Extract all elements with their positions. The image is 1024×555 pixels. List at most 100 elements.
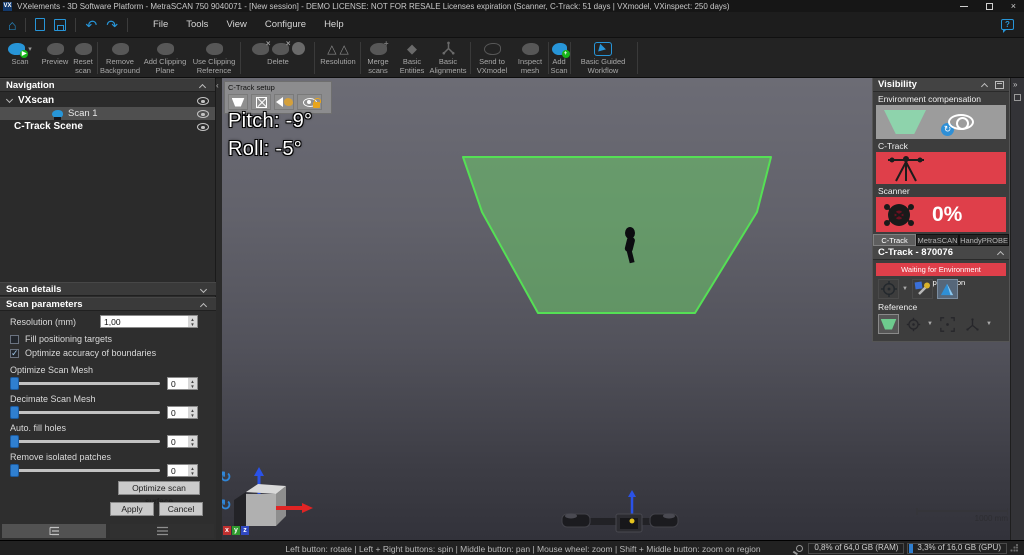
home-icon[interactable]: ⌂ — [8, 18, 16, 32]
add-clipping-plane-button[interactable]: Add Clipping Plane — [142, 40, 188, 75]
environment-compensation-tile[interactable]: ↻ — [876, 105, 1006, 139]
add-scan-button[interactable]: + Add Scan — [549, 40, 569, 75]
redo-icon[interactable]: ↷ — [106, 18, 118, 32]
reference-origin-button[interactable] — [903, 314, 924, 334]
scanner-status-tile[interactable]: 0% — [876, 197, 1006, 232]
checkbox-unchecked-icon[interactable] — [10, 335, 19, 344]
float-panel-icon[interactable] — [995, 81, 1004, 89]
decrease-resolution-icon[interactable]: △ — [340, 43, 349, 55]
reference-frame-button[interactable] — [937, 314, 958, 334]
collapse-visibility-icon[interactable] — [981, 83, 988, 90]
navigation-header[interactable]: Navigation — [0, 78, 215, 92]
scan-parameters-header[interactable]: Scan parameters — [0, 297, 216, 311]
detect-targets-caret-icon[interactable]: ▼ — [902, 286, 908, 292]
new-session-icon[interactable] — [35, 18, 45, 31]
basic-guided-workflow-button[interactable]: Basic Guided Workflow — [572, 40, 634, 75]
environment-visibility-eye-icon[interactable] — [948, 114, 974, 130]
expand-dock-icon[interactable]: » — [1013, 80, 1017, 89]
apply-button[interactable]: Apply — [110, 502, 154, 516]
calibration-button[interactable] — [912, 279, 933, 299]
basic-alignments-button[interactable]: Basic Alignments — [428, 40, 468, 75]
send-to-vxmodel-button[interactable]: Send to VXmodel — [472, 40, 512, 75]
preview-button[interactable]: Preview — [40, 40, 70, 67]
menu-tools[interactable]: Tools — [179, 16, 215, 33]
expand-caret-icon[interactable] — [6, 96, 13, 103]
remove-isolated-patches-slider[interactable] — [10, 464, 160, 477]
visibility-header[interactable]: Visibility — [873, 78, 1009, 92]
delete-sphere-icon[interactable] — [292, 42, 305, 55]
reference-axes-button[interactable] — [962, 314, 983, 334]
collapse-panel-chevron-icon[interactable]: ‹ — [216, 81, 219, 90]
tab-metrascan[interactable]: MetraSCAN — [916, 234, 959, 246]
scan-dropdown-caret[interactable]: ▾ — [28, 45, 32, 53]
tree-item-scan1[interactable]: Scan 1 — [0, 107, 215, 120]
close-icon[interactable]: × — [1011, 3, 1016, 10]
tree-item-vxscan[interactable]: VXscan — [0, 94, 215, 107]
show-volume-frame-button[interactable] — [251, 94, 271, 110]
increase-resolution-icon[interactable]: △ — [327, 43, 336, 55]
delete-scan-icon[interactable]: × — [252, 43, 269, 55]
delete-targets-icon[interactable]: × — [272, 43, 289, 55]
menu-configure[interactable]: Configure — [258, 16, 313, 33]
ctrack-device-header[interactable]: C-Track - 870076 — [873, 246, 1009, 260]
decimate-scan-mesh-slider[interactable] — [10, 406, 160, 419]
optimize-scan-surface-button[interactable]: Optimize scan surface — [118, 481, 200, 495]
inspect-mesh-icon — [522, 43, 539, 55]
scan-icon: ▶ — [8, 43, 25, 55]
collapse-scan-parameters-icon[interactable] — [200, 303, 207, 310]
reset-scan-button[interactable]: Reset scan — [70, 40, 96, 75]
resolution-spinner[interactable]: ▲▼ — [188, 316, 197, 327]
lock-view-button[interactable] — [297, 94, 322, 110]
optimize-boundaries-checkbox[interactable]: Optimize accuracy of boundaries — [10, 348, 156, 358]
scan-button[interactable]: ▶▾ Scan — [2, 40, 38, 67]
inspect-mesh-button[interactable]: Inspect mesh — [514, 40, 546, 75]
remove-background-button[interactable]: Remove Background — [100, 40, 140, 75]
menu-file[interactable]: File — [146, 16, 175, 33]
remove-isolated-patches-input[interactable]: 0▲▼ — [167, 464, 198, 477]
resize-grip[interactable] — [1010, 544, 1018, 552]
tab-ctrack[interactable]: C-Track — [873, 234, 916, 246]
decimate-scan-mesh-input[interactable]: 0▲▼ — [167, 406, 198, 419]
delete-group[interactable]: × × Delete — [243, 40, 313, 67]
show-volume-button[interactable] — [228, 94, 248, 110]
minimize-icon[interactable] — [960, 6, 968, 7]
maximize-icon[interactable] — [986, 3, 993, 10]
show-field-of-view-button[interactable] — [274, 94, 294, 110]
collapse-navigation-icon[interactable] — [199, 84, 206, 91]
reference-volume-button[interactable] — [878, 314, 899, 334]
use-clipping-reference-button[interactable]: Use Clipping Reference — [190, 40, 238, 75]
scan1-visibility-eye-icon[interactable] — [197, 110, 209, 118]
optimize-scan-mesh-slider[interactable] — [10, 377, 160, 390]
menu-help[interactable]: Help — [317, 16, 351, 33]
checkbox-checked-icon[interactable] — [10, 349, 19, 358]
expand-scan-details-icon[interactable] — [200, 286, 207, 293]
auto-fill-holes-input[interactable]: 0▲▼ — [167, 435, 198, 448]
scale-bar-line — [916, 510, 1008, 512]
collapse-ctrack-device-icon[interactable] — [997, 251, 1004, 258]
tab-handyprobe[interactable]: HandyPROBE — [959, 234, 1009, 246]
list-view-toggle[interactable] — [110, 524, 214, 538]
scan-details-header[interactable]: Scan details — [0, 282, 216, 296]
tree-item-ctrack-scene[interactable]: C-Track Scene — [0, 120, 215, 133]
merge-scans-button[interactable]: + Merge scans — [362, 40, 394, 75]
environment-compensation-button[interactable] — [937, 279, 958, 299]
feedback-bubble-icon[interactable]: ? — [1001, 19, 1014, 30]
tree-view-toggle[interactable] — [2, 524, 106, 538]
undo-icon[interactable]: ↶ — [85, 18, 97, 32]
auto-fill-holes-slider[interactable] — [10, 435, 160, 448]
vxscan-visibility-eye-icon[interactable] — [197, 97, 209, 105]
cancel-button[interactable]: Cancel — [159, 502, 203, 516]
menu-view[interactable]: View — [219, 16, 253, 33]
fill-positioning-targets-checkbox[interactable]: Fill positioning targets — [10, 334, 112, 344]
basic-entities-button[interactable]: ◆ Basic Entities — [396, 40, 428, 75]
optimize-scan-mesh-input[interactable]: 0▲▼ — [167, 377, 198, 390]
reference-axes-caret-icon[interactable]: ▼ — [986, 321, 992, 327]
dock-window-icon[interactable] — [1014, 94, 1021, 101]
detect-targets-button[interactable] — [878, 279, 899, 299]
ctrack-scene-visibility-eye-icon[interactable] — [197, 123, 209, 131]
resolution-input[interactable]: 1,00 ▲▼ — [100, 315, 198, 328]
ctrack-status-tile[interactable] — [876, 152, 1006, 184]
resolution-group[interactable]: △△ Resolution — [317, 40, 359, 67]
save-icon[interactable] — [54, 19, 66, 31]
reference-origin-caret-icon[interactable]: ▼ — [927, 321, 933, 327]
